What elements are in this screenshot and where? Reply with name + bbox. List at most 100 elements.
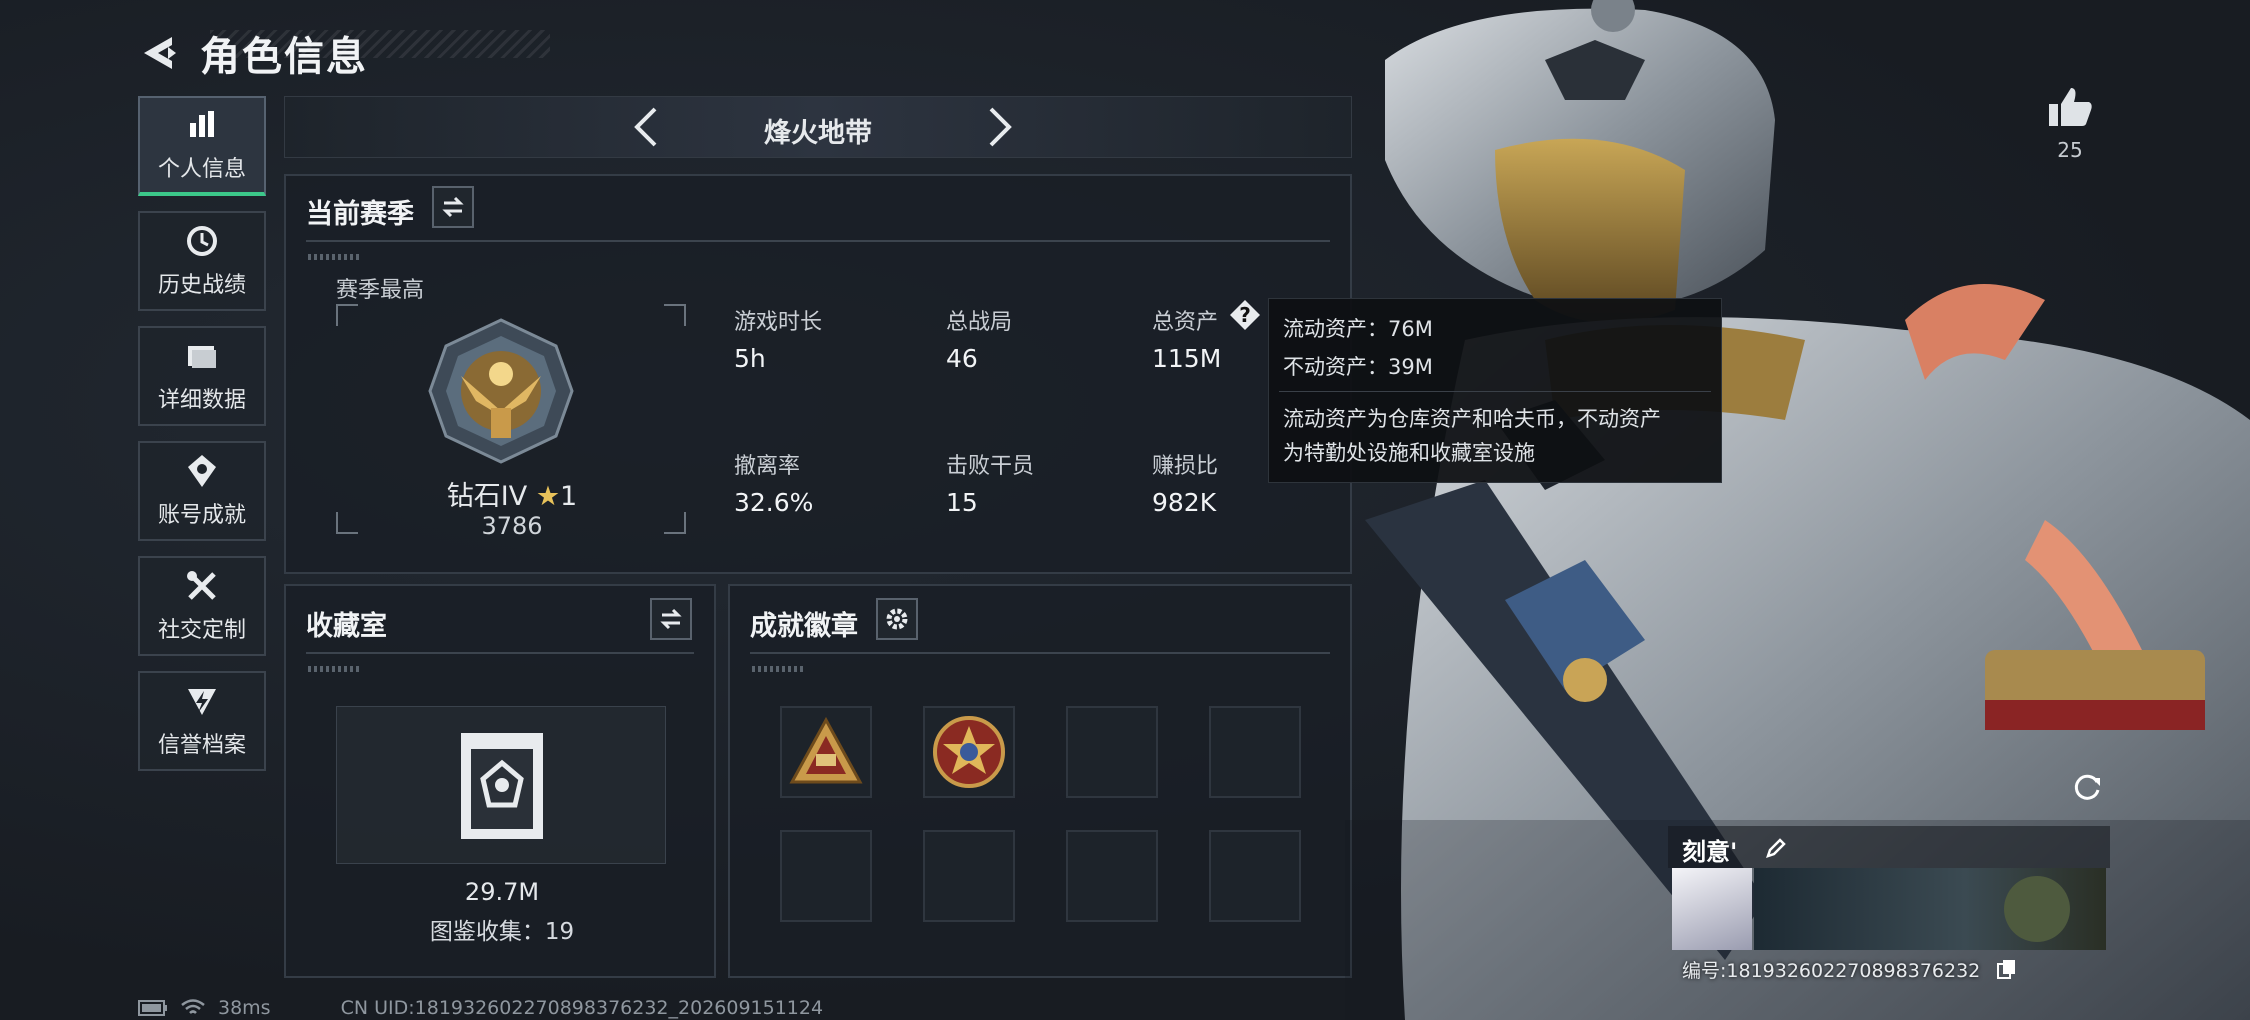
history-clock-icon [187,226,217,256]
player-id: 编号:18193260227089837623​2 [1682,960,1981,982]
achievement-panel: 成就徽章 [728,584,1352,978]
achievement-settings-button[interactable] [876,598,918,640]
tooltip-liquid-assets: 流动资产：76M [1283,317,1433,341]
back-arrow-icon[interactable] [138,31,182,75]
page-title: 角色信息 [200,34,368,80]
stat-value: 5h [734,344,766,373]
like-count: 25 [2057,138,2083,162]
achievement-title: 成就徽章 [750,611,858,642]
badge-slot-empty[interactable] [780,830,872,922]
wifi-icon [181,999,205,1014]
medal-icon [188,455,216,487]
wrench-icon [187,571,216,600]
badge-slot-empty[interactable] [1209,830,1301,922]
collection-value: 29.7M [464,878,540,906]
mode-label: 烽火地带 [764,118,872,149]
mode-selector: 烽火地带 [284,96,1352,158]
uid-text: CN UID:18193260227089837623​2_2026091511… [340,997,824,1019]
rank-emblem-icon [428,318,574,464]
asset-tooltip: 流动资产：76M 不动资产：39M 流动资产为仓库资产和哈夫币，不动资产 为特勤… [1268,298,1722,483]
badge-slot-empty[interactable] [923,830,1015,922]
tooltip-fixed-assets: 不动资产：39M [1283,355,1433,379]
divider [1279,391,1711,392]
frame-corner [336,304,358,326]
stat-value: 32.6% [734,488,814,517]
rank-score: 3786 [481,512,543,540]
sidebar-item-label: 个人信息 [157,157,246,182]
help-icon[interactable]: ? [1230,300,1260,330]
season-panel: 当前赛季 赛季最高 钻石IV ★1 3786 游戏时长 5h 总战局 46 总资… [284,174,1352,574]
sidebar-item-personal-info[interactable]: 个人信息 [138,96,266,196]
avatar[interactable] [1672,868,1752,950]
stat-value: 982K [1152,488,1217,517]
banner-emblem [2004,876,2070,942]
player-name: 刻意' [1682,838,1738,866]
swap-icon [660,608,682,630]
stat-label: 击败干员 [946,454,1035,479]
sidebar-item-label: 历史战绩 [157,273,246,298]
collection-preview [336,706,666,864]
switch-collection-button[interactable] [650,598,692,640]
sidebar-item-achievements[interactable]: 账号成就 [138,441,266,541]
thumbs-up-icon[interactable] [2047,86,2093,128]
sidebar-item-social[interactable]: 社交定制 [138,556,266,656]
stat-value: 15 [946,488,978,517]
badge-slot[interactable] [780,706,872,798]
like-box[interactable]: 25 [2040,86,2100,162]
badge-slot-empty[interactable] [1066,830,1158,922]
star-badge-icon [933,716,1005,788]
shield-lightning-icon [188,689,216,715]
folder-icon [188,346,216,368]
tooltip-desc-line1: 流动资产为仓库资产和哈夫币，不动资产 [1283,407,1661,431]
stat-label: 总战局 [946,310,1013,335]
vault-icon [461,733,543,839]
player-banner [1754,868,2106,950]
player-card[interactable]: 刻意' 编号:18193260227089837623​2 [1668,826,2110,994]
frame-corner [664,304,686,326]
badge-slot[interactable] [923,706,1015,798]
stat-label: 总资产 [1152,310,1219,335]
status-bar: 38ms CN UID:18193260227089837623​2_20260… [138,996,823,1020]
stat-value: 46 [946,344,978,373]
ping-text: 38ms [218,997,271,1019]
switch-season-button[interactable] [432,186,474,228]
pyramid-badge-icon [789,716,863,784]
chevron-right-icon[interactable] [977,105,1021,149]
collection-count: 图鉴收集：19 [429,919,575,945]
decoration [308,254,360,260]
sidebar: 个人信息 历史战绩 详细数据 账号成就 社交定制 信誉档案 [138,96,266,786]
divider [306,240,1330,242]
sidebar-item-label: 账号成就 [157,503,246,528]
copy-icon[interactable] [1996,958,2018,980]
bar-chart-icon [190,111,214,137]
divider [750,652,1330,654]
sidebar-item-details[interactable]: 详细数据 [138,326,266,426]
stat-label: 赚损比 [1152,454,1219,479]
decoration [752,666,804,672]
rank-line: 钻石IV ★1 [336,474,688,513]
decoration [308,666,360,672]
gear-icon [886,608,908,630]
rank-stars: 1 [560,481,578,512]
sidebar-item-history[interactable]: 历史战绩 [138,211,266,311]
battery-icon [138,1000,167,1016]
sidebar-item-reputation[interactable]: 信誉档案 [138,671,266,771]
swap-icon [442,196,464,218]
stat-label: 游戏时长 [734,310,823,335]
tooltip-desc-line2: 为特勤处设施和收藏室设施 [1283,441,1535,465]
rank-name: 钻石IV [446,481,528,512]
star-icon: ★ [535,481,561,512]
edit-pencil-icon[interactable] [1764,836,1788,860]
collection-title: 收藏室 [306,611,387,642]
page-header: 角色信息 [138,18,368,88]
divider [306,652,694,654]
collection-panel[interactable]: 收藏室 29.7M 图鉴收集：19 [284,584,716,978]
season-title: 当前赛季 [306,199,414,230]
stat-value: 115M [1152,344,1222,373]
refresh-icon[interactable] [2070,770,2104,804]
sidebar-item-label: 信誉档案 [157,733,246,758]
sidebar-item-label: 详细数据 [157,388,246,413]
badge-slot-empty[interactable] [1209,706,1301,798]
season-best-label: 赛季最高 [336,278,425,303]
badge-slot-empty[interactable] [1066,706,1158,798]
